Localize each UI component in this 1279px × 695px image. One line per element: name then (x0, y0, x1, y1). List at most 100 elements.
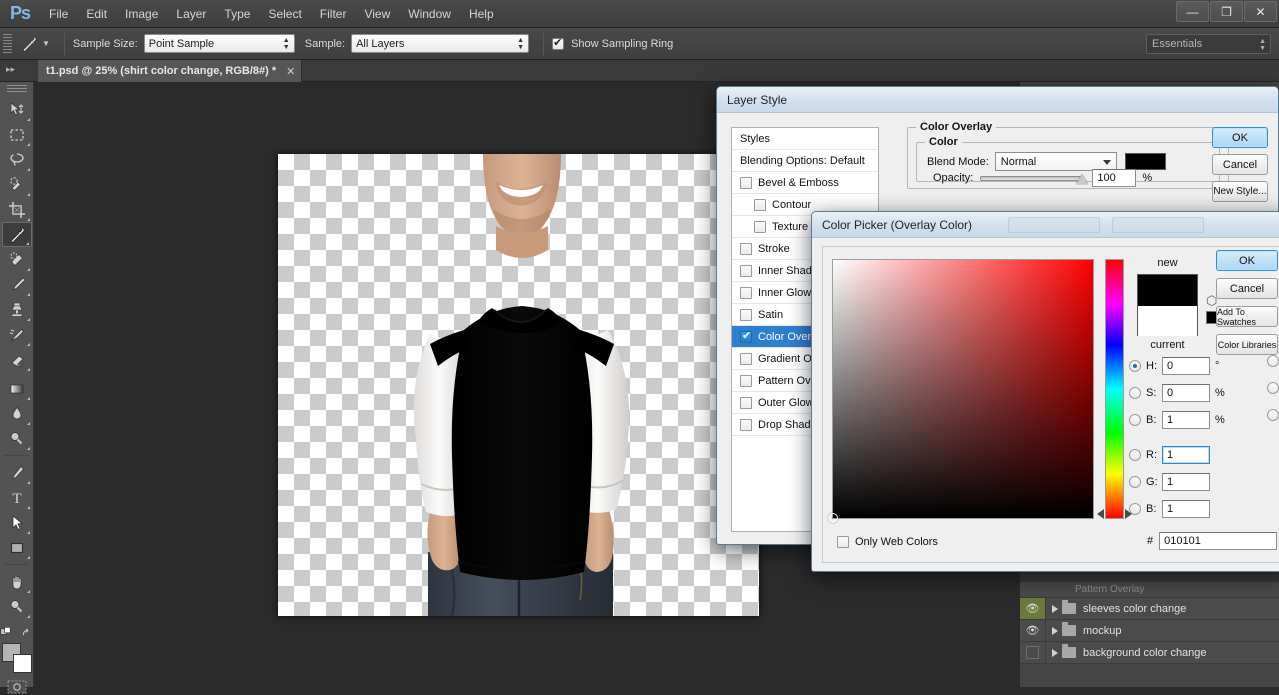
eyedropper-tool[interactable] (1, 222, 32, 247)
layer-visibility-toggle[interactable]: 👁 (1020, 598, 1046, 619)
sv-marker[interactable] (828, 513, 838, 523)
show-sampling-ring-toggle[interactable]: Show Sampling Ring (552, 36, 673, 50)
table-row[interactable]: background color change (1020, 642, 1279, 664)
brightness-input[interactable]: 1 (1162, 410, 1210, 429)
new-color-swatch[interactable] (1138, 275, 1197, 306)
blue-input[interactable]: 1 (1162, 499, 1210, 518)
document-tab[interactable]: t1.psd @ 25% (shirt color change, RGB/8#… (38, 60, 303, 82)
sample-select[interactable]: All Layers ▲ ▼ (351, 34, 530, 53)
checkbox-icon[interactable] (740, 352, 752, 365)
table-row[interactable]: 👁 sleeves color change (1020, 598, 1279, 620)
add-to-swatches-button[interactable]: Add To Swatches (1216, 306, 1278, 327)
opacity-input[interactable]: 100 (1092, 169, 1137, 187)
layer-style-new-style-button[interactable]: New Style... (1212, 181, 1268, 202)
history-brush-tool[interactable] (2, 322, 32, 347)
brush-tool[interactable] (2, 272, 32, 297)
table-row[interactable]: 👁 mockup (1020, 620, 1279, 642)
path-selection-tool[interactable] (2, 510, 32, 535)
checkbox-icon[interactable] (740, 418, 752, 431)
rectangle-tool[interactable] (2, 535, 32, 560)
layer-visibility-toggle[interactable] (1020, 642, 1046, 663)
saturation-brightness-field[interactable] (828, 259, 1094, 523)
effect-styles[interactable]: Styles (732, 128, 878, 150)
crop-tool[interactable] (2, 197, 32, 222)
lasso-tool[interactable] (2, 147, 32, 172)
color-picker-dialog[interactable]: Color Picker (Overlay Color) new current… (811, 211, 1279, 572)
menu-file[interactable]: File (40, 0, 77, 28)
layer-visibility-toggle[interactable]: 👁 (1020, 620, 1046, 641)
tools-panel-grip[interactable] (6, 85, 27, 93)
menu-filter[interactable]: Filter (311, 0, 356, 28)
only-web-colors-toggle[interactable]: Only Web Colors (837, 536, 938, 548)
expand-group-icon[interactable] (1052, 626, 1058, 635)
quick-selection-tool[interactable] (2, 172, 32, 197)
checkbox-icon[interactable] (740, 242, 752, 255)
rectangular-marquee-tool[interactable] (2, 122, 32, 147)
layer-style-ok-button[interactable]: OK (1212, 127, 1268, 148)
red-input[interactable]: 1 (1162, 445, 1210, 464)
checkbox-icon[interactable] (740, 329, 752, 343)
checkbox-icon[interactable] (740, 286, 752, 299)
dodge-tool[interactable] (2, 426, 32, 451)
overlay-color-swatch[interactable] (1124, 153, 1166, 170)
hue-radio[interactable] (1129, 359, 1141, 372)
checkbox-icon[interactable] (754, 220, 766, 233)
sample-size-select[interactable]: Point Sample ▲ ▼ (143, 34, 295, 53)
color-picker-cancel-button[interactable]: Cancel (1216, 278, 1278, 299)
checkbox-icon[interactable] (740, 264, 752, 277)
color-libraries-button[interactable]: Color Libraries (1216, 334, 1278, 355)
background-color-swatch[interactable] (12, 654, 32, 673)
color-picker-ok-button[interactable]: OK (1216, 250, 1278, 271)
current-color-swatch[interactable] (1138, 306, 1197, 336)
saturation-radio[interactable] (1129, 386, 1141, 399)
checkbox-icon[interactable] (740, 396, 752, 409)
clone-stamp-tool[interactable] (2, 297, 32, 322)
hue-input[interactable]: 0 (1162, 356, 1210, 375)
checkbox-icon[interactable] (740, 308, 752, 321)
swap-colors-icon[interactable] (21, 625, 34, 639)
blue-radio[interactable] (1129, 502, 1141, 515)
lab-b-radio[interactable] (1267, 409, 1279, 421)
effect-blending-options[interactable]: Blending Options: Default (732, 150, 878, 172)
healing-brush-tool[interactable] (2, 247, 32, 272)
checkbox-icon[interactable] (837, 536, 849, 548)
menu-type[interactable]: Type (215, 0, 259, 28)
menu-view[interactable]: View (355, 0, 399, 28)
close-button[interactable]: ✕ (1244, 1, 1277, 22)
brightness-radio[interactable] (1129, 413, 1141, 426)
hex-input[interactable]: 010101 (1159, 532, 1278, 550)
green-input[interactable]: 1 (1162, 472, 1210, 491)
quick-mask-toggle[interactable] (0, 679, 33, 695)
green-radio[interactable] (1129, 475, 1141, 488)
document-canvas[interactable] (278, 154, 759, 616)
tool-preset-caret[interactable]: ▼ (42, 39, 50, 48)
foreground-background-colors[interactable] (1, 643, 32, 673)
minimize-button[interactable]: — (1176, 1, 1209, 22)
menu-help[interactable]: Help (460, 0, 503, 28)
gradient-tool[interactable] (2, 376, 32, 401)
options-bar-grip[interactable] (3, 33, 12, 54)
checkbox-icon[interactable] (740, 374, 752, 387)
checkbox-icon[interactable] (552, 36, 565, 50)
blur-tool[interactable] (2, 401, 32, 426)
close-icon[interactable]: ✕ (286, 65, 295, 78)
expand-panels-icon[interactable]: ▸▸ (6, 64, 15, 75)
slider-thumb[interactable] (1076, 174, 1089, 184)
eraser-tool[interactable] (2, 347, 32, 372)
checkbox-icon[interactable] (754, 198, 766, 211)
workspace-select[interactable]: Essentials ▲ ▼ (1146, 34, 1271, 54)
hue-slider[interactable] (1105, 259, 1124, 519)
red-radio[interactable] (1129, 448, 1141, 461)
type-tool[interactable]: T (2, 485, 32, 510)
opacity-slider[interactable] (980, 172, 1089, 184)
saturation-input[interactable]: 0 (1162, 383, 1210, 402)
menu-image[interactable]: Image (116, 0, 167, 28)
expand-group-icon[interactable] (1052, 648, 1058, 657)
layer-style-cancel-button[interactable]: Cancel (1212, 154, 1268, 175)
menu-edit[interactable]: Edit (77, 0, 116, 28)
default-colors-icon[interactable] (0, 625, 13, 639)
pen-tool[interactable] (2, 460, 32, 485)
lab-a-radio[interactable] (1267, 382, 1279, 394)
restore-button[interactable]: ❐ (1210, 1, 1243, 22)
menu-layer[interactable]: Layer (167, 0, 215, 28)
